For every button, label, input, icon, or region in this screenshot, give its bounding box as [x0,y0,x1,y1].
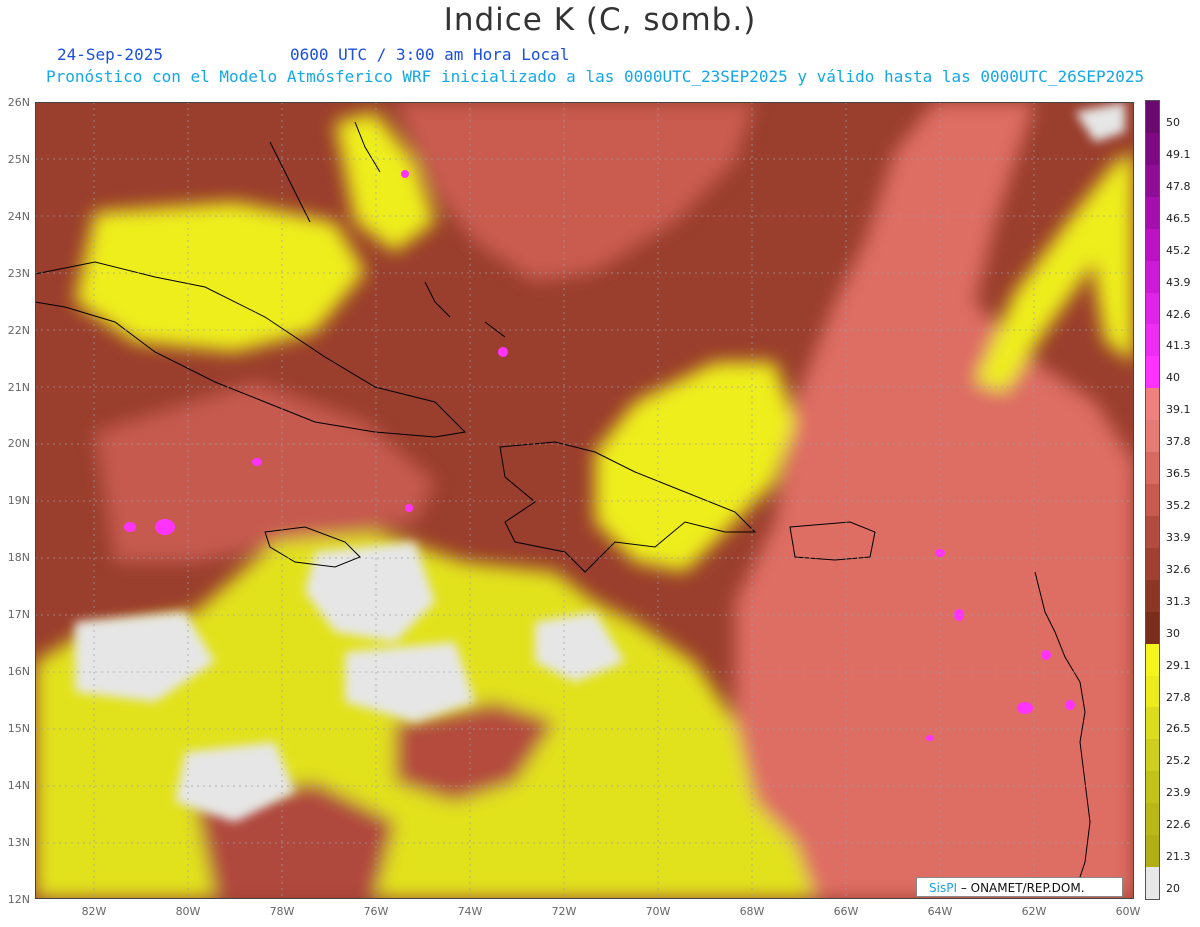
longitude-label: 76W [363,905,389,918]
latitude-label: 20N [7,437,30,451]
longitude-label: 72W [551,905,577,918]
colorbar-label: 35.2 [1166,499,1191,513]
colorbar-label: 42.6 [1166,307,1191,321]
colorbar-label: 25.2 [1166,754,1191,768]
colorbar-label: 32.6 [1166,562,1191,576]
latitude-label: 19N [7,494,30,508]
colorbar-label: 23.9 [1166,786,1191,800]
colorbar-label: 46.5 [1166,211,1191,225]
longitude-label: 60W [1115,905,1141,918]
colorbar-segment [1146,356,1159,389]
colorbar-segment [1146,132,1159,166]
longitude-label: 82W [81,905,107,918]
latitude-label: 25N [7,152,30,166]
colorbar-segment [1146,835,1159,868]
colorbar-label: 22.6 [1166,818,1191,832]
colorbar-label: 45.2 [1166,243,1191,257]
latitude-label: 14N [7,778,30,792]
valid-date: 24-Sep-2025 [57,45,163,64]
latitude-label: 22N [7,323,30,337]
colorbar [1145,100,1160,900]
colorbar-label: 50 [1166,116,1180,129]
colorbar-segment [1146,579,1159,613]
credit-org: – ONAMET/REP.DOM. [960,881,1085,895]
colorbar-segment [1146,292,1159,325]
colorbar-segment [1146,420,1159,453]
longitude-label: 80W [175,905,201,918]
latitude-label: 17N [7,608,30,622]
map-title: Indice K (C, somb.) [443,2,757,38]
colorbar-segment [1146,515,1159,549]
credit-box: SisPI – ONAMET/REP.DOM. [916,877,1123,897]
k-index-map [35,102,1134,899]
colorbar-label: 37.8 [1166,435,1191,449]
colorbar-segment [1146,196,1159,230]
colorbar-segment [1146,260,1159,293]
latitude-label: 24N [7,209,30,223]
latitude-label: 15N [7,721,30,735]
colorbar-label: 41.3 [1166,339,1191,353]
colorbar-segment [1146,101,1159,134]
colorbar-segment [1146,771,1159,804]
latitude-label: 12N [7,892,30,906]
colorbar-label: 26.5 [1166,722,1191,736]
colorbar-label: 43.9 [1166,275,1191,289]
colorbar-segment [1146,228,1159,262]
latitude-label: 13N [7,835,30,849]
colorbar-segment [1146,867,1159,900]
longitude-label: 64W [927,905,953,918]
colorbar-segment [1146,739,1159,772]
longitude-label: 70W [645,905,671,918]
valid-time: 0600 UTC / 3:00 am Hora Local [290,45,570,64]
colorbar-label: 21.3 [1166,850,1191,864]
colorbar-label: 31.3 [1166,594,1191,608]
colorbar-segment [1146,164,1159,198]
colorbar-label: 39.1 [1166,403,1191,417]
latitude-label: 21N [7,380,30,394]
latitude-label: 18N [7,551,30,565]
latitude-label: 16N [7,665,30,678]
colorbar-label: 40 [1166,371,1180,385]
forecast-description: Pronóstico con el Modelo Atmósferico WRF… [46,67,1145,86]
colorbar-label: 29.1 [1166,658,1191,672]
longitude-label: 78W [269,905,295,918]
colorbar-label: 33.9 [1166,530,1191,544]
colorbar-label: 49.1 [1166,147,1191,161]
colorbar-segment [1146,803,1159,836]
colorbar-label: 20 [1166,882,1180,896]
colorbar-segment [1146,324,1159,357]
colorbar-segment [1146,643,1159,677]
longitude-label: 68W [739,905,765,918]
colorbar-label: 27.8 [1166,690,1191,704]
colorbar-label: 30 [1166,626,1180,640]
colorbar-label: 47.8 [1166,179,1191,193]
longitude-label: 62W [1021,905,1047,918]
colorbar-segment [1146,388,1159,421]
colorbar-segment [1146,484,1159,517]
colorbar-segment [1146,452,1159,485]
latitude-label: 26N [7,96,30,109]
colorbar-segment [1146,547,1159,581]
colorbar-segment [1146,707,1159,740]
latitude-label: 23N [7,266,30,280]
sispi-logo: SisPI [929,881,957,895]
colorbar-segment [1146,675,1159,708]
colorbar-segment [1146,611,1159,645]
longitude-label: 74W [457,905,483,918]
colorbar-label: 36.5 [1166,467,1191,481]
longitude-label: 66W [833,905,859,918]
